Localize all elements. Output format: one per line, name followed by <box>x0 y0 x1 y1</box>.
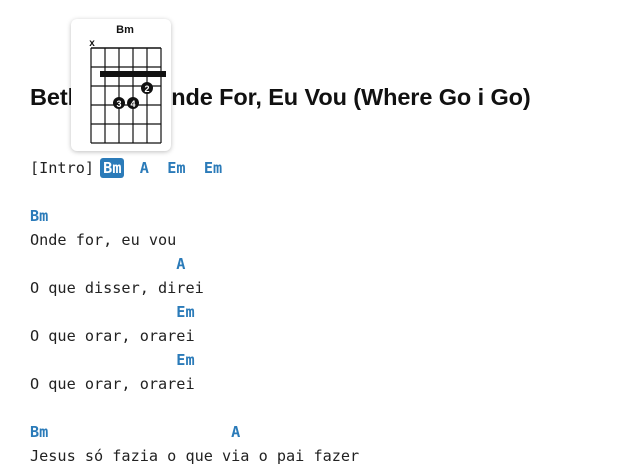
lyric-line: O que disser, direi <box>30 279 204 297</box>
chord-line[interactable]: Em <box>30 303 194 321</box>
barre-bar <box>100 71 166 77</box>
lyric-line: Jesus só fazia o que via o pai fazer <box>30 447 360 465</box>
chord-line[interactable]: Bm <box>30 207 48 225</box>
intro-chord-em[interactable]: Em <box>204 159 222 177</box>
finger-dot-3: 3 <box>113 97 125 109</box>
intro-chord-em[interactable]: Em <box>167 159 185 177</box>
finger-dot-4: 4 <box>127 97 139 109</box>
svg-text:3: 3 <box>116 99 121 109</box>
fretboard-grid <box>90 47 162 144</box>
chord-diagram-popup: Bm x 2 3 4 <box>71 19 171 151</box>
lyric-line: Onde for, eu vou <box>30 231 177 249</box>
intro-chord-a[interactable]: A <box>140 159 149 177</box>
svg-text:4: 4 <box>130 99 135 109</box>
intro-chord-bm[interactable]: Bm <box>100 158 125 178</box>
chord-line[interactable]: Bm A <box>30 423 240 441</box>
lyric-line: O que orar, orarei <box>30 375 195 393</box>
chord-line[interactable]: Em <box>30 351 194 369</box>
lyric-line: O que orar, orarei <box>30 327 195 345</box>
intro-label: [Intro] <box>30 159 95 177</box>
chord-diagram-name: Bm <box>116 24 134 36</box>
finger-dot-2: 2 <box>141 82 153 94</box>
svg-text:2: 2 <box>144 84 149 94</box>
chord-sheet: [Intro] Bm A Em Em Bm Onde for, eu vou A… <box>30 156 359 468</box>
chord-line[interactable]: A <box>30 255 185 273</box>
chord-diagram: Bm x 2 3 4 <box>89 24 166 144</box>
